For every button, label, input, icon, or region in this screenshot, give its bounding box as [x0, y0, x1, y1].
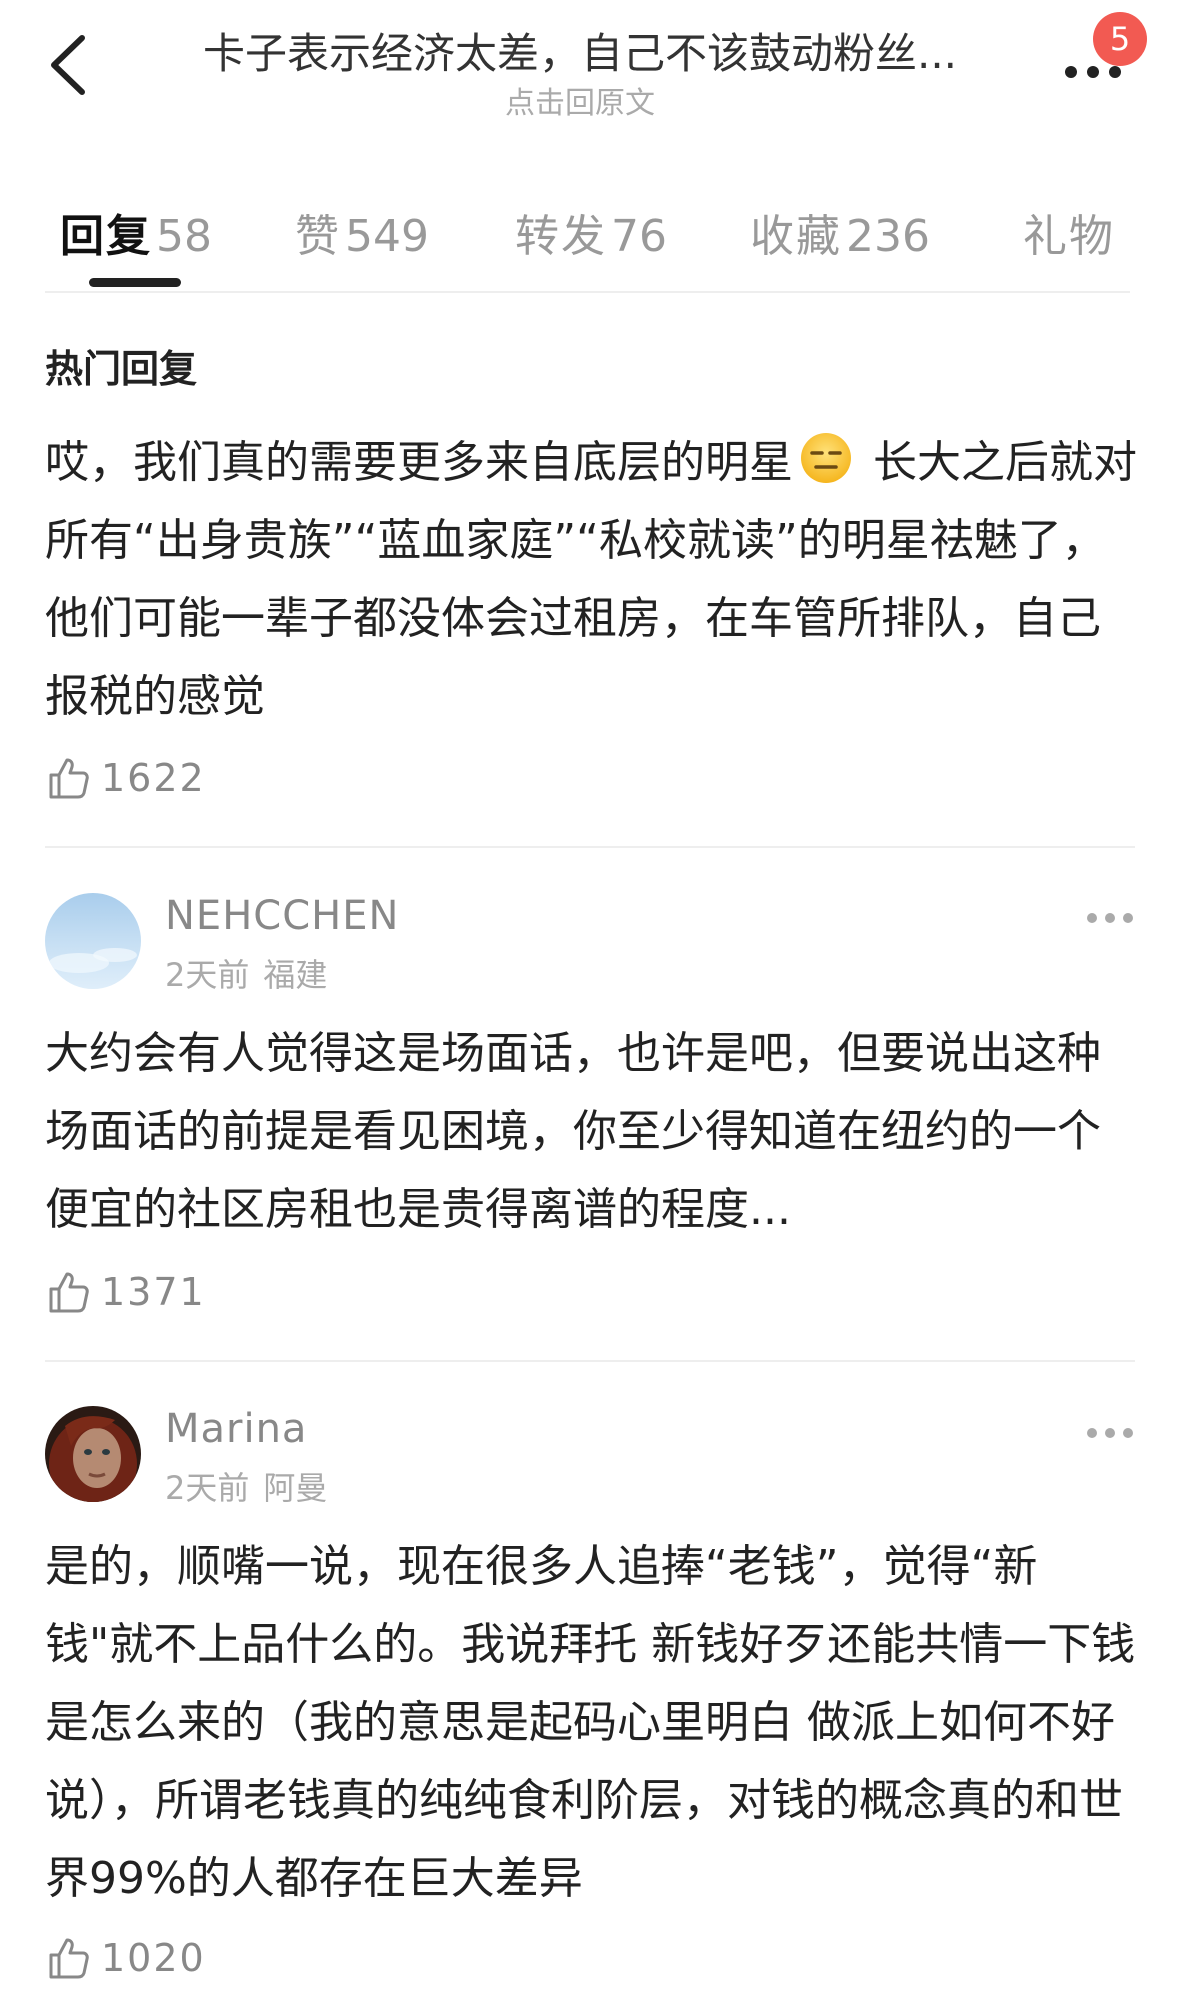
thumbs-up-icon	[49, 758, 89, 799]
back-to-original-link[interactable]: 点击回原文	[165, 78, 995, 122]
back-button[interactable]	[40, 30, 100, 100]
user-avatar[interactable]	[45, 893, 141, 989]
like-button[interactable]: 1622	[45, 748, 206, 808]
comment-more-button[interactable]	[1080, 898, 1140, 938]
more-dots-icon	[1087, 1428, 1133, 1438]
tab-count: 76	[611, 211, 667, 262]
comment-time: 2天前	[165, 1469, 250, 1507]
thumbs-up-icon	[49, 1938, 89, 1979]
username[interactable]: NEHCCHEN	[165, 893, 399, 939]
sky-avatar-icon	[45, 893, 141, 989]
tab-count: 58	[156, 211, 212, 262]
comment-text: 大约会有人觉得这是场面话，也许是吧，但要说出这种场面话的前提是看见困境，你至少得…	[45, 1028, 1101, 1235]
divider	[45, 1360, 1135, 1362]
tab-count: 549	[345, 211, 429, 262]
chevron-left-icon	[51, 35, 85, 95]
comment-text-part: 哎，我们真的需要更多来自底层的明星	[45, 437, 793, 488]
comment-meta: 2天前 阿曼	[165, 1463, 327, 1509]
comment-meta: 2天前 福建	[165, 950, 327, 996]
comment-text: 是的，顺嘴一说，现在很多人追捧“老钱”，觉得“新钱"就不上品什么的。我说拜托 新…	[45, 1541, 1136, 1904]
like-button[interactable]: 1020	[45, 1928, 206, 1988]
divider	[45, 846, 1135, 848]
tab-reposts[interactable]: 转发76	[515, 200, 667, 264]
more-dots-icon	[1087, 913, 1133, 923]
tab-label: 回复	[60, 211, 152, 262]
like-count: 1020	[101, 1936, 206, 1980]
portrait-avatar-icon	[45, 1406, 141, 1502]
comment-more-button[interactable]	[1080, 1413, 1140, 1453]
like-count: 1371	[101, 1270, 206, 1314]
like-button[interactable]: 1371	[45, 1262, 206, 1322]
tab-count: 236	[846, 211, 930, 262]
comment-text: 哎，我们真的需要更多来自底层的明星 长大之后就对所有“出身贵族”“蓝血家庭”“私…	[45, 424, 1140, 736]
tab-bar: 回复58 赞549 转发76 收藏236 礼物	[45, 190, 1135, 300]
thumbs-up-icon	[49, 1272, 89, 1313]
tab-likes[interactable]: 赞549	[295, 200, 429, 264]
top-bar: 卡子表示经济太差，自己不该鼓动粉丝... 点击回原文 5	[0, 0, 1179, 140]
page-title: 卡子表示经济太差，自己不该鼓动粉丝...	[202, 29, 958, 78]
username[interactable]: Marina	[165, 1406, 307, 1452]
tab-replies[interactable]: 回复58	[60, 200, 212, 264]
tab-label: 赞	[295, 211, 341, 262]
tab-gifts[interactable]: 礼物	[1023, 200, 1115, 264]
tab-favorites[interactable]: 收藏236	[750, 200, 930, 264]
section-title: 热门回复	[45, 347, 198, 391]
active-tab-indicator	[89, 278, 181, 287]
comment-location: 福建	[263, 956, 328, 994]
user-avatar[interactable]	[45, 1406, 141, 1502]
like-count: 1622	[101, 756, 206, 800]
divider	[45, 291, 1130, 293]
comment-time: 2天前	[165, 956, 250, 994]
notification-badge: 5	[1093, 12, 1147, 66]
tab-label: 收藏	[750, 211, 842, 262]
tab-label: 转发	[515, 211, 607, 262]
expressionless-face-icon	[801, 433, 851, 483]
comment-location: 阿曼	[263, 1469, 328, 1507]
tab-label: 礼物	[1023, 211, 1115, 262]
